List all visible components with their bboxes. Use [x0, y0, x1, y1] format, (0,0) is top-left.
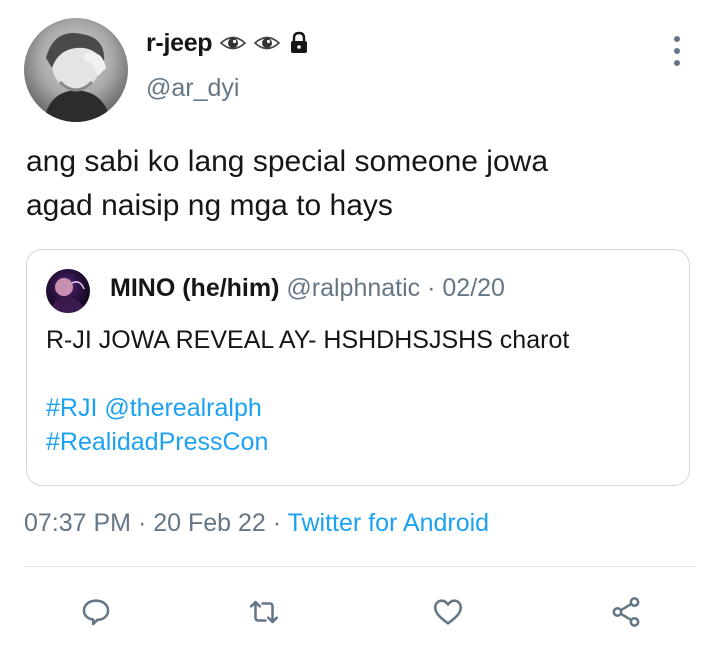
quoted-text: R-JI JOWA REVEAL AY- HSHDHSJSHS charot	[46, 326, 570, 354]
tweet-text-line: agad naisip ng mga to hays	[26, 189, 393, 222]
tweet-text: ang sabi ko lang special someone jowa ag…	[26, 140, 696, 228]
quoted-hashtags: #RJI @therealralph #RealidadPressCon	[46, 391, 268, 459]
author-name-row: r-jeep	[146, 26, 310, 60]
quoted-tweet[interactable]: MINO (he/him) @ralphnatic · 02/20 R-JI J…	[26, 249, 690, 486]
hashtag-line[interactable]: #RJI @therealralph	[46, 391, 268, 425]
more-options-icon[interactable]	[668, 36, 686, 66]
reply-icon[interactable]	[76, 592, 116, 632]
action-bar	[0, 584, 720, 640]
tweet-text-line: ang sabi ko lang special someone jowa	[26, 145, 548, 178]
author-display-name[interactable]: r-jeep	[146, 29, 213, 58]
separator-dot: ·	[131, 509, 154, 537]
quoted-author-name[interactable]: MINO (he/him)	[110, 274, 279, 302]
like-icon[interactable]	[428, 592, 468, 632]
tweet-date[interactable]: 20 Feb 22	[153, 509, 266, 537]
tweet-time[interactable]: 07:37 PM	[24, 509, 131, 537]
separator-dot: ·	[265, 509, 288, 537]
tweet-source[interactable]: Twitter for Android	[288, 509, 489, 537]
divider	[24, 566, 696, 567]
quoted-author-handle[interactable]: @ralphnatic	[286, 274, 420, 302]
separator-dot: ·	[420, 274, 443, 302]
hashtag-line[interactable]: #RealidadPressCon	[46, 425, 268, 459]
eye-emoji	[254, 34, 281, 52]
lock-icon	[288, 31, 310, 55]
quoted-author-avatar[interactable]	[46, 269, 90, 313]
quoted-header: MINO (he/him) @ralphnatic · 02/20	[110, 274, 505, 303]
share-icon[interactable]	[606, 592, 646, 632]
author-avatar[interactable]	[24, 18, 128, 122]
eye-emoji	[220, 34, 247, 52]
tweet-metadata: 07:37 PM · 20 Feb 22 · Twitter for Andro…	[24, 509, 489, 538]
quoted-date: 02/20	[442, 274, 505, 302]
author-handle[interactable]: @ar_dyi	[146, 74, 239, 103]
retweet-icon[interactable]	[244, 592, 284, 632]
